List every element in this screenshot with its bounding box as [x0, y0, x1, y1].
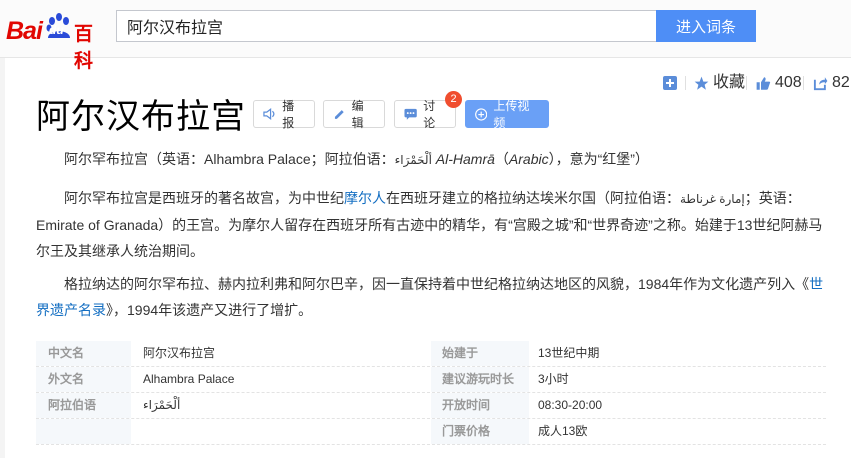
share-count: 82: [832, 74, 850, 91]
like-button[interactable]: 408: [756, 74, 802, 92]
share-button[interactable]: 82: [813, 74, 850, 92]
upload-video-button[interactable]: 上传视频: [465, 99, 549, 130]
p2-arabic: إمارة غرناطة: [680, 192, 745, 206]
info-key: 建议游玩时长: [442, 372, 515, 386]
page-title: 阿尔汉布拉宫: [36, 98, 246, 136]
thumbs-up-icon: [756, 76, 771, 90]
summary-paragraph: 阿尔罕布拉宫（英语：Alhambra Palace；阿拉伯语：ألْحَمْرَ…: [36, 146, 831, 173]
info-key: 开放时间: [442, 398, 491, 412]
info-value: 成人13欧: [538, 424, 588, 438]
plus-circle-icon: [475, 107, 488, 121]
info-row: 中文名 阿尔汉布拉宫 始建于 13世纪中期: [36, 341, 826, 367]
read-aloud-button[interactable]: 播报: [253, 99, 315, 130]
action-divider: [746, 76, 747, 90]
info-value: 13世纪中期: [538, 346, 600, 360]
p3-text-a: 格拉纳达的阿尔罕布拉、赫内拉利弗和阿尔巴辛，因一直保持着中世纪格拉纳达地区的风貌…: [64, 276, 810, 292]
info-key: 始建于: [442, 346, 479, 360]
info-row: 阿拉伯语 ألْحَمْرَاء 开放时间 08:30-20:00: [36, 393, 826, 419]
info-value: Alhambra Palace: [143, 372, 235, 386]
info-key: 阿拉伯语: [48, 398, 97, 412]
info-row: 门票价格 成人13欧: [36, 419, 826, 445]
page-left-border: [0, 58, 5, 458]
basic-info-table: 中文名 阿尔汉布拉宫 始建于 13世纪中期 外文名 Alhambra Palac…: [36, 341, 826, 445]
info-row: 外文名 Alhambra Palace 建议游玩时长 3小时: [36, 367, 826, 393]
add-entry-button[interactable]: [663, 74, 677, 92]
read-aloud-label: 播报: [282, 99, 295, 130]
pencil-icon: [334, 109, 344, 119]
enter-entry-button[interactable]: 进入词条: [656, 10, 756, 42]
p2-text-b: 在西班牙建立的格拉纳达埃米尔国（阿拉伯语：: [386, 190, 680, 206]
share-icon: [813, 76, 828, 90]
edit-button[interactable]: 编辑: [323, 99, 385, 130]
info-key: 外文名: [48, 372, 85, 386]
discuss-count-badge: 2: [445, 91, 462, 108]
speaker-icon: [263, 108, 275, 120]
info-key: 门票价格: [442, 424, 491, 438]
discuss-label: 讨论: [423, 99, 436, 130]
p1-italic-2: Arabic: [508, 151, 549, 167]
upload-video-label: 上传视频: [493, 99, 530, 130]
action-divider: [685, 76, 686, 90]
search-input[interactable]: [116, 10, 656, 42]
p1-text-b: （: [494, 151, 509, 167]
info-value: ألْحَمْرَاء: [143, 398, 181, 412]
favorite-label: 收藏: [713, 74, 746, 91]
moors-link[interactable]: 摩尔人: [344, 190, 386, 206]
info-value: 08:30-20:00: [538, 398, 603, 412]
info-value: 3小时: [538, 372, 569, 386]
top-header: Bai du 百科 进入词条: [0, 0, 851, 72]
logo-baike-text: 百科: [74, 24, 94, 72]
edit-label: 编辑: [351, 99, 364, 130]
like-count: 408: [775, 74, 802, 91]
info-key: 中文名: [48, 346, 85, 360]
p1-italic: Al-Hamrā: [435, 151, 495, 167]
plus-square-icon: [663, 76, 677, 90]
heritage-paragraph: 格拉纳达的阿尔罕布拉、赫内拉利弗和阿尔巴辛，因一直保持着中世纪格拉纳达地区的风貌…: [36, 271, 831, 323]
p1-arabic: ألْحَمْرَاء: [394, 153, 432, 167]
logo-du-text: du: [49, 23, 64, 37]
p1-text-c: ），意为“红堡”）: [548, 151, 649, 167]
p1-text-a: 阿尔罕布拉宫（英语：Alhambra Palace；阿拉伯语：: [64, 151, 395, 167]
info-value: 阿尔汉布拉宫: [143, 346, 216, 360]
p2-text-a: 阿尔罕布拉宫是西班牙的著名故宫，为中世纪: [64, 190, 344, 206]
action-divider: [803, 76, 804, 90]
logo-bai-text: Bai: [6, 17, 43, 45]
chat-bubble-icon: [404, 108, 417, 120]
p3-text-b: 》，1994年该遗产又进行了增扩。: [106, 302, 313, 318]
favorite-button[interactable]: 收藏: [694, 74, 745, 92]
star-icon: [694, 76, 709, 90]
baidu-baike-logo[interactable]: Bai du 百科: [6, 8, 106, 72]
intro-paragraph: 阿尔罕布拉宫是西班牙的著名故宫，为中世纪摩尔人在西班牙建立的格拉纳达埃米尔国（阿…: [36, 185, 831, 264]
